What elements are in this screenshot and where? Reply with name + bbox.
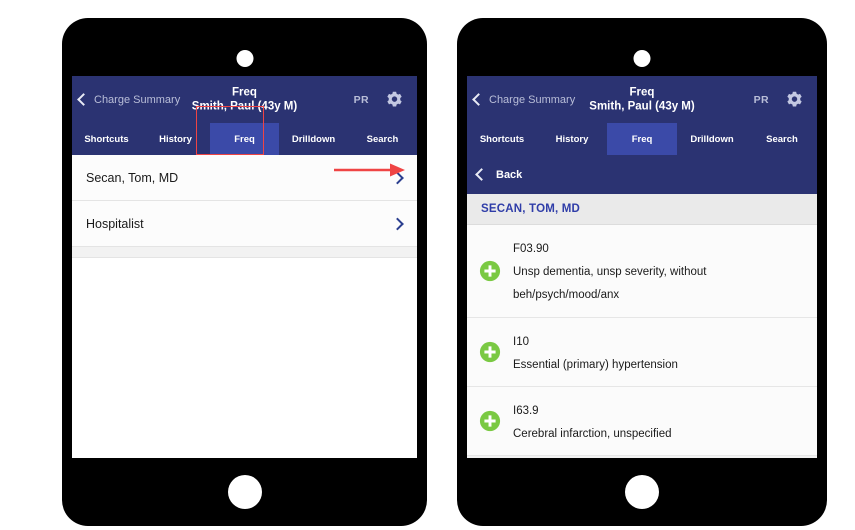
diagnosis-description-line: Unsp dementia, unsp severity, without <box>513 266 707 279</box>
back-bar[interactable]: Back <box>467 155 817 194</box>
device-frame-left: Charge Summary Freq Smith, Paul (43y M) … <box>62 18 427 526</box>
tab-shortcuts[interactable]: Shortcuts <box>467 123 537 155</box>
back-button-label: Charge Summary <box>94 93 181 106</box>
tab-search[interactable]: Search <box>348 123 417 155</box>
tab-bar: Shortcuts History Freq Drilldown Search <box>467 123 817 155</box>
navigation-bar: Charge Summary Freq Smith, Paul (43y M) … <box>72 76 417 123</box>
camera-dot <box>633 50 651 67</box>
tab-freq[interactable]: Freq <box>210 123 279 155</box>
back-to-charge-summary-button[interactable]: Charge Summary <box>472 93 576 106</box>
tab-drilldown[interactable]: Drilldown <box>279 123 348 155</box>
chevron-right-icon <box>391 217 404 230</box>
provider-name: Hospitalist <box>86 216 144 231</box>
home-button[interactable] <box>227 475 262 509</box>
pr-label[interactable]: PR <box>754 94 769 106</box>
screen-right: Charge Summary Freq Smith, Paul (43y M) … <box>467 76 817 458</box>
gear-icon[interactable] <box>784 89 805 110</box>
diagnosis-text: I10 Essential (primary) hypertension <box>513 329 678 375</box>
chevron-left-icon <box>475 168 488 181</box>
diagnosis-code: I10 <box>513 335 529 348</box>
device-frame-right: Charge Summary Freq Smith, Paul (43y M) … <box>457 18 827 526</box>
screen-left: Charge Summary Freq Smith, Paul (43y M) … <box>72 76 417 458</box>
plus-circle-icon[interactable] <box>479 410 501 432</box>
back-button-label: Charge Summary <box>489 93 576 106</box>
section-header-provider: SECAN, TOM, MD <box>467 194 817 225</box>
tab-drilldown[interactable]: Drilldown <box>677 123 747 155</box>
diagnosis-code-list: F03.90 Unsp dementia, unsp severity, wit… <box>467 225 817 458</box>
home-button[interactable] <box>625 475 659 509</box>
tab-bar: Shortcuts History Freq Drilldown Search <box>72 123 417 155</box>
list-item-diagnosis[interactable]: I10 Essential (primary) hypertension <box>467 317 817 387</box>
list-item-diagnosis[interactable]: I63.9 Cerebral infarction, unspecified <box>467 386 817 457</box>
chevron-left-icon <box>472 93 485 106</box>
diagnosis-code: I63.9 <box>513 404 539 417</box>
diagnosis-description-line: Cerebral infarction, unspecified <box>513 428 672 441</box>
tab-history[interactable]: History <box>141 123 210 155</box>
back-to-charge-summary-button[interactable]: Charge Summary <box>77 93 181 106</box>
list-item-provider[interactable]: Hospitalist <box>72 201 417 247</box>
pr-label[interactable]: PR <box>354 94 369 106</box>
provider-list: Secan, Tom, MD Hospitalist <box>72 155 417 258</box>
diagnosis-description-line: beh/psych/mood/anx <box>513 289 620 302</box>
gear-icon[interactable] <box>384 89 405 110</box>
tab-shortcuts[interactable]: Shortcuts <box>72 123 141 155</box>
navigation-bar: Charge Summary Freq Smith, Paul (43y M) … <box>467 76 817 123</box>
list-item-provider[interactable]: Secan, Tom, MD <box>72 155 417 201</box>
diagnosis-description-line: Essential (primary) hypertension <box>513 358 678 371</box>
diagnosis-code: F03.90 <box>513 243 549 255</box>
chevron-left-icon <box>77 93 90 106</box>
list-item-diagnosis[interactable]: F03.90 Unsp dementia, unsp severity, wit… <box>467 225 817 318</box>
camera-dot <box>236 50 253 67</box>
plus-circle-icon[interactable] <box>479 341 501 363</box>
tab-freq[interactable]: Freq <box>607 123 677 155</box>
tab-search[interactable]: Search <box>747 123 817 155</box>
list-bottom-filler <box>72 247 417 258</box>
provider-name: Secan, Tom, MD <box>86 170 179 185</box>
diagnosis-text: I63.9 Cerebral infarction, unspecified <box>513 398 672 444</box>
back-bar-label: Back <box>496 168 523 181</box>
list-bottom-filler <box>467 456 817 458</box>
tab-history[interactable]: History <box>537 123 607 155</box>
chevron-right-icon <box>391 171 404 184</box>
diagnosis-text: F03.90 Unsp dementia, unsp severity, wit… <box>513 236 706 306</box>
plus-circle-icon[interactable] <box>479 260 501 282</box>
